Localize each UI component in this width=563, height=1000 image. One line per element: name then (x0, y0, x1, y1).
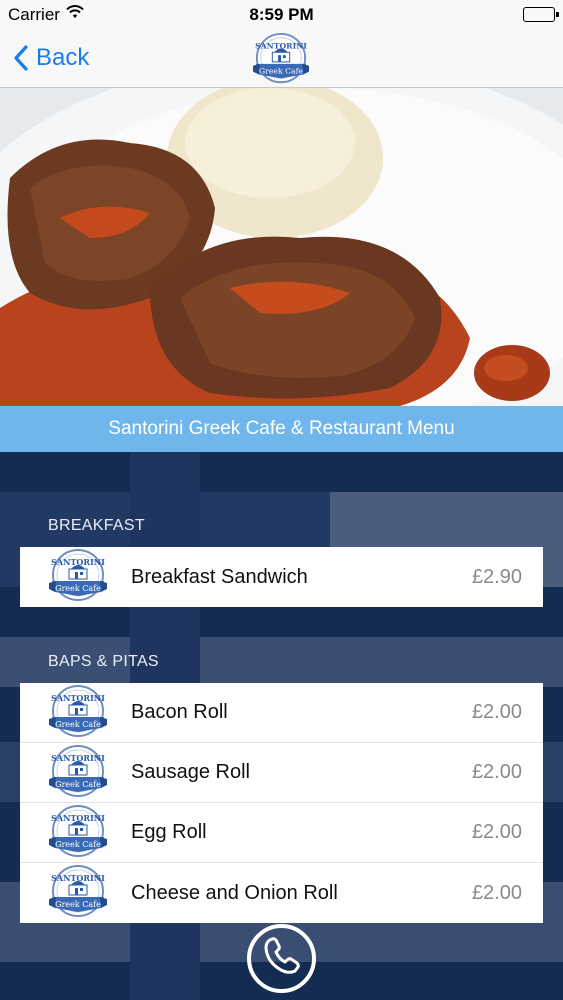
phone-icon (263, 936, 301, 981)
santorini-logo-icon (47, 744, 109, 802)
menu-item-name: Egg Roll (131, 821, 207, 843)
santorini-logo-icon (47, 548, 109, 606)
menu-section-breakfast: Breakfast Sandwich £2.90 (20, 547, 543, 607)
menu-item-breakfast-sandwich[interactable]: Breakfast Sandwich £2.90 (20, 547, 543, 607)
hero-image (0, 88, 563, 406)
navigation-bar: Back (0, 30, 563, 88)
menu-item-name: Sausage Roll (131, 761, 250, 783)
santorini-logo-icon (47, 804, 109, 862)
back-button[interactable]: Back (14, 40, 89, 76)
back-label: Back (36, 44, 90, 71)
menu-item-price: £2.00 (471, 821, 522, 843)
menu-item-price: £2.00 (471, 761, 522, 783)
menu-item-egg-roll[interactable]: Egg Roll £2.00 (20, 803, 543, 863)
santorini-logo-icon (47, 684, 109, 742)
status-time: 8:59 PM (249, 5, 314, 24)
battery-icon (523, 7, 559, 22)
menu-item-name: Breakfast Sandwich (131, 565, 308, 588)
santorini-logo-icon (47, 864, 109, 922)
menu-item-name: Bacon Roll (131, 701, 228, 723)
menu-item-price: £2.90 (471, 565, 522, 588)
santorini-logo-icon (250, 32, 312, 88)
call-button[interactable] (247, 924, 316, 993)
chevron-left-icon (14, 45, 28, 71)
menu-item-price: £2.00 (471, 701, 522, 723)
menu-title-banner: Santorini Greek Cafe & Restaurant Menu (0, 406, 563, 452)
menu-item-cheese-onion-roll[interactable]: Cheese and Onion Roll £2.00 (20, 863, 543, 923)
menu-item-name: Cheese and Onion Roll (131, 881, 338, 904)
status-bar: Carrier 8:59 PM (0, 0, 563, 30)
menu-item-sausage-roll[interactable]: Sausage Roll £2.00 (20, 743, 543, 803)
menu-item-bacon-roll[interactable]: Bacon Roll £2.00 (20, 683, 543, 743)
menu-item-price: £2.00 (471, 881, 522, 904)
section-header-breakfast: BREAKFAST (48, 517, 145, 534)
section-header-baps-pitas: BAPS & PITAS (48, 653, 159, 670)
menu-section-baps-pitas: Bacon Roll £2.00 Sausage Roll £2.00 Egg … (20, 683, 543, 923)
